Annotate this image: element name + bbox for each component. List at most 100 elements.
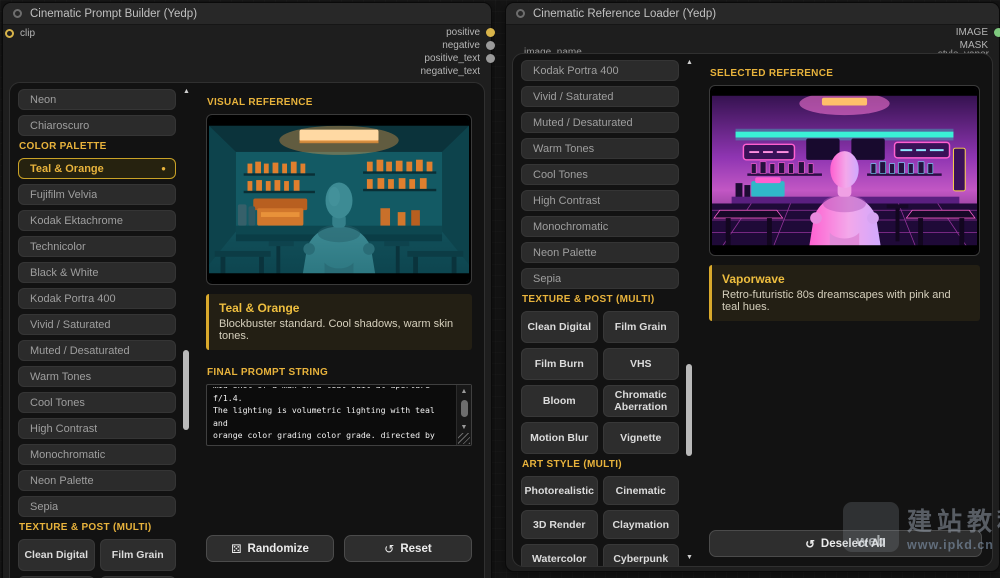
style-option[interactable]: High Contrast ● bbox=[521, 190, 679, 211]
final-prompt-header: FINAL PROMPT STRING bbox=[207, 367, 472, 378]
texture-toggle-button[interactable]: Motion Blur bbox=[521, 422, 598, 454]
collapse-dot-icon[interactable] bbox=[516, 9, 525, 18]
style-option[interactable]: Muted / Desaturated ● bbox=[521, 112, 679, 133]
output-slot[interactable]: IMAGE bbox=[956, 26, 1000, 39]
palette-option[interactable]: Kodak Ektachrome ● bbox=[18, 210, 176, 231]
prompt-textarea[interactable]: mid shot of a man in a teal suit at aper… bbox=[206, 384, 472, 446]
style-option[interactable]: Cool Tones ● bbox=[521, 164, 679, 185]
palette-info-title: Teal & Orange bbox=[219, 301, 462, 315]
node-reference-loader[interactable]: Cinematic Reference Loader (Yedp) IMAGE … bbox=[505, 2, 1000, 572]
output-slot-label: negative bbox=[442, 40, 480, 51]
style-option[interactable]: Chiaroscuro ● bbox=[18, 115, 176, 136]
output-slot-dot-icon[interactable] bbox=[486, 28, 495, 37]
art-style-toggle-button[interactable]: 3D Render bbox=[521, 510, 598, 539]
output-slot-dot-icon[interactable] bbox=[994, 41, 1000, 50]
visual-reference-image bbox=[206, 114, 472, 285]
output-slot-label: positive_text bbox=[424, 53, 480, 64]
texture-toggle-button[interactable]: VHS bbox=[603, 348, 680, 380]
style-list: Neon ● Chiaroscuro ● COLOR PALETTE bbox=[10, 83, 196, 578]
palette-option[interactable]: Technicolor ● bbox=[18, 236, 176, 257]
scroll-down-icon[interactable]: ▼ bbox=[457, 424, 471, 431]
texture-toggle-button[interactable]: Film Burn bbox=[521, 348, 598, 380]
preview-column: VISUAL REFERENCE bbox=[196, 83, 484, 578]
palette-option[interactable]: Neon Palette ● bbox=[18, 470, 176, 491]
output-slot-dot-icon[interactable] bbox=[486, 67, 495, 76]
scroll-up-icon[interactable]: ▲ bbox=[685, 59, 694, 66]
style-option[interactable]: Neon ● bbox=[18, 89, 176, 110]
output-slot-label: negative_text bbox=[421, 66, 481, 77]
palette-option[interactable]: Teal & Orange ● bbox=[18, 158, 176, 179]
deselect-all-button[interactable]: ↺ Deselect All bbox=[709, 530, 982, 557]
node-title-bar[interactable]: Cinematic Prompt Builder (Yedp) bbox=[3, 3, 491, 25]
style-option[interactable]: Sepia ● bbox=[521, 268, 679, 289]
input-slot-clip[interactable]: clip bbox=[5, 28, 35, 39]
reset-button[interactable]: ↺ Reset bbox=[344, 535, 472, 562]
art-style-toggle-button[interactable]: Claymation bbox=[603, 510, 680, 539]
reference-info-description: Retro-futuristic 80s dreamscapes with pi… bbox=[722, 289, 970, 313]
output-slot-label: positive bbox=[446, 27, 480, 38]
output-slot[interactable]: negative_text bbox=[421, 65, 496, 78]
palette-option[interactable]: Muted / Desaturated ● bbox=[18, 340, 176, 361]
list-scrollbar[interactable]: ▲ ▼ bbox=[182, 88, 191, 578]
resize-handle-icon[interactable] bbox=[458, 433, 470, 444]
style-option[interactable]: Monochromatic ● bbox=[521, 216, 679, 237]
vaporwave-scene bbox=[712, 88, 977, 253]
art-style-toggle-button[interactable]: Watercolor bbox=[521, 544, 598, 567]
node-canvas: Cinematic Prompt Builder (Yedp) clip pos… bbox=[0, 0, 1000, 578]
node-title: Cinematic Reference Loader (Yedp) bbox=[533, 8, 716, 20]
node-prompt-builder[interactable]: Cinematic Prompt Builder (Yedp) clip pos… bbox=[2, 2, 492, 578]
section-header-color-palette: COLOR PALETTE bbox=[19, 141, 176, 152]
clip-slot-dot-icon[interactable] bbox=[5, 29, 14, 38]
scrollbar-thumb[interactable] bbox=[461, 400, 468, 417]
texture-toggle-button[interactable]: Bloom bbox=[521, 385, 598, 417]
output-slot[interactable]: positive_text bbox=[421, 52, 496, 65]
section-header-texture-post: TEXTURE & POST (MULTI) bbox=[522, 294, 679, 305]
palette-option[interactable]: Sepia ● bbox=[18, 496, 176, 517]
reference-info-box: Vaporwave Retro-futuristic 80s dreamscap… bbox=[709, 265, 980, 321]
texture-toggle-button[interactable]: Film Grain bbox=[100, 539, 177, 571]
palette-option[interactable]: Black & White ● bbox=[18, 262, 176, 283]
output-slot-dot-icon[interactable] bbox=[486, 54, 495, 63]
texture-toggle-button[interactable]: Clean Digital bbox=[521, 311, 598, 343]
palette-option[interactable]: Warm Tones ● bbox=[18, 366, 176, 387]
list-scrollbar[interactable]: ▲ ▼ bbox=[685, 59, 694, 561]
scroll-down-icon[interactable]: ▼ bbox=[685, 554, 694, 561]
randomize-button[interactable]: ⚄ Randomize bbox=[206, 535, 334, 562]
style-option[interactable]: Neon Palette ● bbox=[521, 242, 679, 263]
art-style-toggle-button[interactable]: Cyberpunk bbox=[603, 544, 680, 567]
reference-info-title: Vaporwave bbox=[722, 272, 970, 286]
output-slot-label: IMAGE bbox=[956, 27, 988, 38]
palette-option[interactable]: High Contrast ● bbox=[18, 418, 176, 439]
scroll-up-icon[interactable]: ▲ bbox=[182, 88, 191, 95]
palette-option[interactable]: Cool Tones ● bbox=[18, 392, 176, 413]
texture-toggle-button[interactable]: Vignette bbox=[603, 422, 680, 454]
palette-option[interactable]: Kodak Portra 400 ● bbox=[18, 288, 176, 309]
dice-icon: ⚄ bbox=[231, 542, 241, 556]
scrollbar-thumb[interactable] bbox=[686, 364, 692, 456]
palette-option[interactable]: Monochromatic ● bbox=[18, 444, 176, 465]
texture-toggle-button[interactable]: Chromatic Aberration bbox=[603, 385, 680, 417]
output-slot-dot-icon[interactable] bbox=[994, 28, 1000, 37]
node-title: Cinematic Prompt Builder (Yedp) bbox=[30, 8, 197, 20]
scrollbar-thumb[interactable] bbox=[183, 350, 189, 430]
output-slots: positive negative positive_text negative… bbox=[421, 26, 496, 78]
style-option[interactable]: Vivid / Saturated ● bbox=[521, 86, 679, 107]
selected-reference-header: SELECTED REFERENCE bbox=[710, 68, 980, 79]
output-slot[interactable]: negative bbox=[421, 39, 496, 52]
palette-option[interactable]: Fujifilm Velvia ● bbox=[18, 184, 176, 205]
scroll-up-icon[interactable]: ▲ bbox=[457, 388, 471, 395]
palette-option[interactable]: Vivid / Saturated ● bbox=[18, 314, 176, 335]
collapse-dot-icon[interactable] bbox=[13, 9, 22, 18]
texture-toggle-button[interactable]: Clean Digital bbox=[18, 539, 95, 571]
selected-dot-icon: ● bbox=[161, 165, 166, 173]
style-option[interactable]: Kodak Portra 400 ● bbox=[521, 60, 679, 81]
art-style-toggle-button[interactable]: Cinematic bbox=[603, 476, 680, 505]
node-title-bar[interactable]: Cinematic Reference Loader (Yedp) bbox=[506, 3, 999, 25]
prompt-builder-widget: Neon ● Chiaroscuro ● COLOR PALETTE bbox=[9, 82, 485, 578]
section-header-texture-post: TEXTURE & POST (MULTI) bbox=[19, 522, 176, 533]
style-option[interactable]: Warm Tones ● bbox=[521, 138, 679, 159]
texture-toggle-button[interactable]: Film Grain bbox=[603, 311, 680, 343]
art-style-toggle-button[interactable]: Photorealistic bbox=[521, 476, 598, 505]
output-slot-dot-icon[interactable] bbox=[486, 41, 495, 50]
output-slot[interactable]: positive bbox=[421, 26, 496, 39]
